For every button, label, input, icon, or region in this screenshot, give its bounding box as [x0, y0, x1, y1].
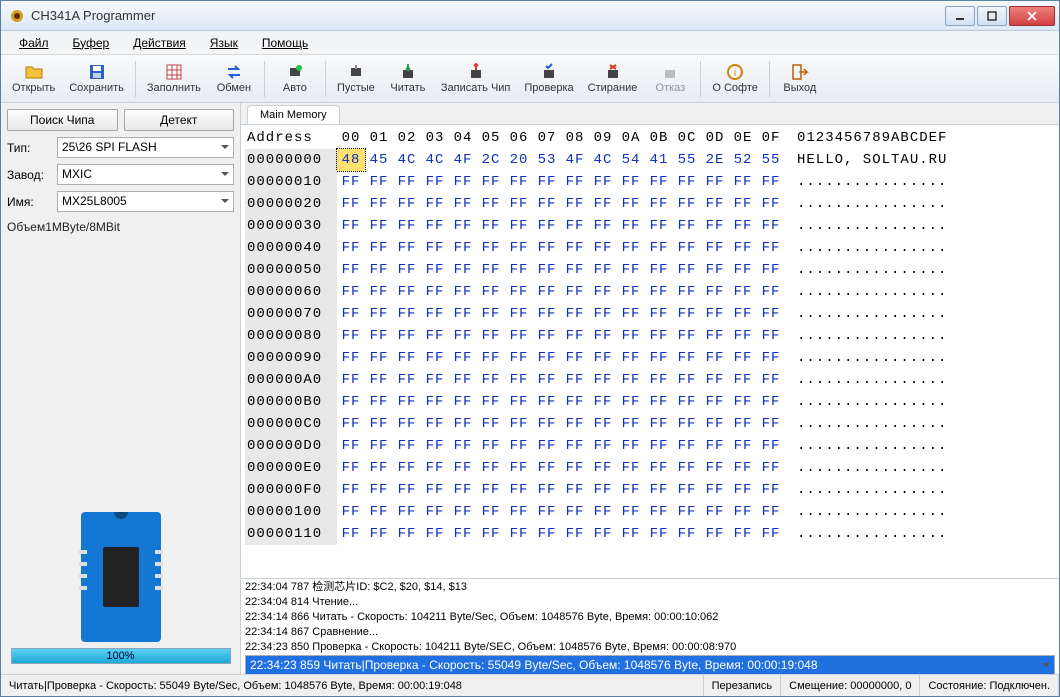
floppy-icon: [88, 63, 106, 81]
log-line[interactable]: 22:34:14 867 Сравнение...: [245, 625, 1055, 640]
about-button[interactable]: iО Софте: [705, 57, 765, 101]
type-label: Тип:: [7, 141, 51, 155]
folder-open-icon: [25, 63, 43, 81]
hex-row[interactable]: 000000F0FFFFFFFFFFFFFFFFFFFFFFFFFFFFFFFF…: [245, 479, 1055, 501]
chip-erase-icon: [604, 63, 622, 81]
vendor-select[interactable]: MXIC: [57, 164, 234, 185]
detect-chip-button[interactable]: Поиск Чипа: [7, 109, 118, 131]
log-line[interactable]: 22:34:23 850 Проверка - Скорость: 104211…: [245, 640, 1055, 655]
app-icon: [9, 8, 25, 24]
info-icon: i: [726, 63, 744, 81]
hex-row[interactable]: 000000B0FFFFFFFFFFFFFFFFFFFFFFFFFFFFFFFF…: [245, 391, 1055, 413]
app-window: CH341A Programmer Файл Буфер Действия Яз…: [0, 0, 1060, 697]
swap-button[interactable]: Обмен: [208, 57, 260, 101]
write-button[interactable]: Записать Чип: [434, 57, 518, 101]
statusbar: Читать|Проверка - Скорость: 55049 Byte/S…: [1, 674, 1059, 696]
menubar: Файл Буфер Действия Язык Помощь: [1, 31, 1059, 55]
grid-icon: [165, 63, 183, 81]
name-label: Имя:: [7, 195, 51, 209]
hex-row[interactable]: 00000110FFFFFFFFFFFFFFFFFFFFFFFFFFFFFFFF…: [245, 523, 1055, 545]
hex-row[interactable]: 000000D0FFFFFFFFFFFFFFFFFFFFFFFFFFFFFFFF…: [245, 435, 1055, 457]
chip-auto-icon: [286, 63, 304, 81]
minimize-button[interactable]: [945, 6, 975, 26]
hex-row[interactable]: 00000030FFFFFFFFFFFFFFFFFFFFFFFFFFFFFFFF…: [245, 215, 1055, 237]
log-line[interactable]: 22:34:04 787 检测芯片ID: $C2, $20, $14, $13: [245, 580, 1055, 595]
menu-file[interactable]: Файл: [9, 33, 59, 53]
hex-row[interactable]: 00000070FFFFFFFFFFFFFFFFFFFFFFFFFFFFFFFF…: [245, 303, 1055, 325]
toolbar: Открыть Сохранить Заполнить Обмен Авто П…: [1, 55, 1059, 103]
swap-icon: [225, 63, 243, 81]
open-button[interactable]: Открыть: [5, 57, 62, 101]
log-line[interactable]: 22:34:23 859 Читать|Проверка - Скорость:…: [245, 655, 1055, 674]
progress-text: 100%: [12, 649, 230, 663]
hex-row[interactable]: 00000100FFFFFFFFFFFFFFFFFFFFFFFFFFFFFFFF…: [245, 501, 1055, 523]
titlebar: CH341A Programmer: [1, 1, 1059, 31]
volume-text: Объем1MByte/8MBit: [7, 220, 234, 234]
menu-language[interactable]: Язык: [200, 33, 248, 53]
status-offset: Смещение: 00000000, 0: [781, 675, 920, 696]
chip-cancel-icon: [661, 63, 679, 81]
hex-row[interactable]: 000000C0FFFFFFFFFFFFFFFFFFFFFFFFFFFFFFFF…: [245, 413, 1055, 435]
hex-row[interactable]: 00000020FFFFFFFFFFFFFFFFFFFFFFFFFFFFFFFF…: [245, 193, 1055, 215]
name-select[interactable]: MX25L8005: [57, 191, 234, 212]
vendor-label: Завод:: [7, 168, 51, 182]
status-main: Читать|Проверка - Скорость: 55049 Byte/S…: [1, 675, 704, 696]
hex-row[interactable]: 00000080FFFFFFFFFFFFFFFFFFFFFFFFFFFFFFFF…: [245, 325, 1055, 347]
menu-buffer[interactable]: Буфер: [63, 33, 120, 53]
hex-row[interactable]: 000000A0FFFFFFFFFFFFFFFFFFFFFFFFFFFFFFFF…: [245, 369, 1055, 391]
erase-button[interactable]: Стирание: [581, 57, 645, 101]
hex-row[interactable]: 00000050FFFFFFFFFFFFFFFFFFFFFFFFFFFFFFFF…: [245, 259, 1055, 281]
chip-read-icon: [399, 63, 417, 81]
status-state: Состояние: Подключен.: [920, 675, 1059, 696]
window-title: CH341A Programmer: [31, 8, 945, 23]
hex-row[interactable]: 0000000048454C4C4F2C20534F4C5441552E5255…: [245, 149, 1055, 171]
chip-verify-icon: [540, 63, 558, 81]
auto-button[interactable]: Авто: [269, 57, 321, 101]
hex-row[interactable]: 00000010FFFFFFFFFFFFFFFFFFFFFFFFFFFFFFFF…: [245, 171, 1055, 193]
menu-actions[interactable]: Действия: [123, 33, 196, 53]
log-panel[interactable]: 22:34:04 787 检测芯片ID: $C2, $20, $14, $132…: [241, 578, 1059, 674]
exit-icon: [791, 63, 809, 81]
menu-help[interactable]: Помощь: [252, 33, 318, 53]
tab-bar: Main Memory: [241, 103, 1059, 125]
detect-button[interactable]: Детект: [124, 109, 235, 131]
main-area: Main Memory Address000102030405060708090…: [241, 103, 1059, 674]
exit-button[interactable]: Выход: [774, 57, 826, 101]
chip-write-icon: [467, 63, 485, 81]
log-line[interactable]: 22:34:14 866 Читать - Скорость: 104211 B…: [245, 610, 1055, 625]
hex-header: Address000102030405060708090A0B0C0D0E0F0…: [245, 127, 1055, 149]
hex-row[interactable]: 00000040FFFFFFFFFFFFFFFFFFFFFFFFFFFFFFFF…: [245, 237, 1055, 259]
fill-button[interactable]: Заполнить: [140, 57, 208, 101]
log-line[interactable]: 22:34:04 814 Чтение...: [245, 595, 1055, 610]
cancel-button: Отказ: [644, 57, 696, 101]
svg-text:i: i: [734, 68, 736, 79]
tab-main-memory[interactable]: Main Memory: [247, 105, 340, 124]
hex-row[interactable]: 00000090FFFFFFFFFFFFFFFFFFFFFFFFFFFFFFFF…: [245, 347, 1055, 369]
chip-diagram: [81, 512, 161, 642]
blank-button[interactable]: Пустые: [330, 57, 382, 101]
read-button[interactable]: Читать: [382, 57, 434, 101]
verify-button[interactable]: Проверка: [517, 57, 580, 101]
save-button[interactable]: Сохранить: [62, 57, 131, 101]
hex-row[interactable]: 000000E0FFFFFFFFFFFFFFFFFFFFFFFFFFFFFFFF…: [245, 457, 1055, 479]
sidebar: Поиск Чипа Детект Тип: 25\26 SPI FLASH З…: [1, 103, 241, 674]
close-button[interactable]: [1009, 6, 1055, 26]
hex-viewer[interactable]: Address000102030405060708090A0B0C0D0E0F0…: [241, 125, 1059, 578]
maximize-button[interactable]: [977, 6, 1007, 26]
type-select[interactable]: 25\26 SPI FLASH: [57, 137, 234, 158]
status-overwrite: Перезапись: [704, 675, 782, 696]
chip-blank-icon: [347, 63, 365, 81]
hex-row[interactable]: 00000060FFFFFFFFFFFFFFFFFFFFFFFFFFFFFFFF…: [245, 281, 1055, 303]
progress-bar: 100%: [11, 648, 231, 664]
